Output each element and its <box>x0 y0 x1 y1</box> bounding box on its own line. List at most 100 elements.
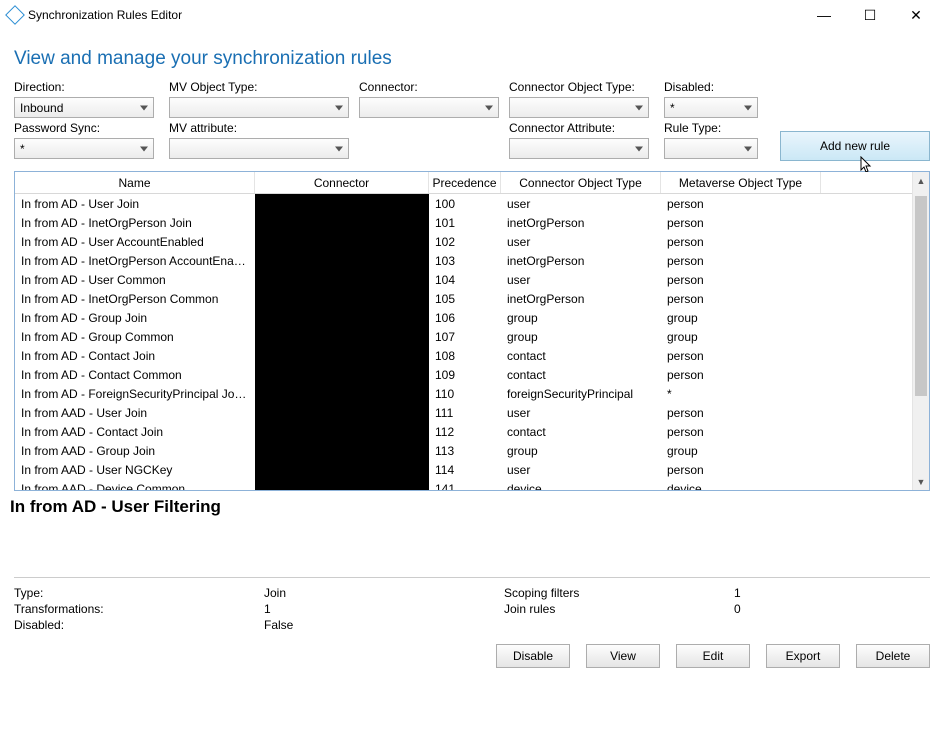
cell-precedence: 110 <box>429 387 501 401</box>
col-connector[interactable]: Connector <box>255 172 429 193</box>
cell-name: In from AAD - Contact Join <box>15 425 255 439</box>
cell-connector <box>255 460 429 479</box>
table-row[interactable]: In from AD - Contact Common109contactper… <box>15 365 912 384</box>
table-row[interactable]: In from AD - User Join100userperson <box>15 194 912 213</box>
cell-name: In from AAD - Group Join <box>15 444 255 458</box>
rule-type-label: Rule Type: <box>664 121 770 135</box>
cell-name: In from AAD - User Join <box>15 406 255 420</box>
view-label: View <box>610 649 636 663</box>
cell-precedence: 113 <box>429 444 501 458</box>
col-name[interactable]: Name <box>15 172 255 193</box>
cell-metaverse-object-type: * <box>661 387 821 401</box>
connector-attribute-combo[interactable] <box>509 138 649 159</box>
selected-rule-title: In from AD - User Filtering <box>0 491 944 517</box>
cell-connector <box>255 346 429 365</box>
scroll-thumb[interactable] <box>915 196 927 396</box>
table-row[interactable]: In from AD - InetOrgPerson Join101inetOr… <box>15 213 912 232</box>
cell-metaverse-object-type: group <box>661 444 821 458</box>
disabled-label: Disabled: <box>664 80 770 94</box>
cell-precedence: 114 <box>429 463 501 477</box>
table-row[interactable]: In from AD - InetOrgPerson AccountEnable… <box>15 251 912 270</box>
mv-attribute-label: MV attribute: <box>169 121 359 135</box>
cell-metaverse-object-type: person <box>661 368 821 382</box>
window-title: Synchronization Rules Editor <box>28 8 182 22</box>
table-row[interactable]: In from AAD - Device Common141devicedevi… <box>15 479 912 490</box>
table-row[interactable]: In from AD - ForeignSecurityPrincipal Jo… <box>15 384 912 403</box>
cell-name: In from AD - Group Common <box>15 330 255 344</box>
disable-button[interactable]: Disable <box>496 644 570 668</box>
table-row[interactable]: In from AAD - User Join111userperson <box>15 403 912 422</box>
rules-table: Name Connector Precedence Connector Obje… <box>14 171 930 491</box>
cell-metaverse-object-type: person <box>661 197 821 211</box>
view-button[interactable]: View <box>586 644 660 668</box>
scrollbar[interactable]: ▲ ▼ <box>912 172 929 490</box>
password-sync-label: Password Sync: <box>14 121 169 135</box>
join-rules-label: Join rules <box>504 602 734 616</box>
col-precedence[interactable]: Precedence <box>429 172 501 193</box>
cell-precedence: 102 <box>429 235 501 249</box>
cell-precedence: 103 <box>429 254 501 268</box>
cell-connector <box>255 213 429 232</box>
delete-button[interactable]: Delete <box>856 644 930 668</box>
col-metaverse-object-type[interactable]: Metaverse Object Type <box>661 172 821 193</box>
cell-connector-object-type: group <box>501 444 661 458</box>
cell-metaverse-object-type: person <box>661 292 821 306</box>
password-sync-value: * <box>20 142 25 156</box>
table-row[interactable]: In from AD - User AccountEnabled102userp… <box>15 232 912 251</box>
cell-connector-object-type: contact <box>501 349 661 363</box>
export-button[interactable]: Export <box>766 644 840 668</box>
table-row[interactable]: In from AD - InetOrgPerson Common105inet… <box>15 289 912 308</box>
table-row[interactable]: In from AAD - Contact Join112contactpers… <box>15 422 912 441</box>
cell-name: In from AD - Contact Join <box>15 349 255 363</box>
cell-metaverse-object-type: person <box>661 273 821 287</box>
direction-combo[interactable]: Inbound <box>14 97 154 118</box>
cell-precedence: 141 <box>429 482 501 491</box>
scroll-up-icon[interactable]: ▲ <box>913 172 929 189</box>
cell-connector-object-type: user <box>501 235 661 249</box>
rule-type-combo[interactable] <box>664 138 758 159</box>
connector-combo[interactable] <box>359 97 499 118</box>
cell-connector <box>255 270 429 289</box>
maximize-button[interactable]: ☐ <box>856 5 884 25</box>
cell-precedence: 106 <box>429 311 501 325</box>
cell-connector <box>255 384 429 403</box>
table-row[interactable]: In from AAD - Group Join113groupgroup <box>15 441 912 460</box>
scroll-down-icon[interactable]: ▼ <box>913 473 929 490</box>
cell-metaverse-object-type: group <box>661 311 821 325</box>
join-rules-value: 0 <box>734 602 834 616</box>
cell-metaverse-object-type: person <box>661 254 821 268</box>
cell-precedence: 111 <box>429 406 501 420</box>
cell-connector-object-type: user <box>501 273 661 287</box>
connector-attribute-label: Connector Attribute: <box>509 121 664 135</box>
type-value: Join <box>264 586 504 600</box>
cell-connector-object-type: group <box>501 330 661 344</box>
cell-precedence: 108 <box>429 349 501 363</box>
add-new-rule-button[interactable]: Add new rule <box>780 131 930 161</box>
table-row[interactable]: In from AD - Group Common107groupgroup <box>15 327 912 346</box>
col-connector-object-type[interactable]: Connector Object Type <box>501 172 661 193</box>
mv-object-type-combo[interactable] <box>169 97 349 118</box>
app-icon <box>5 5 25 25</box>
table-row[interactable]: In from AAD - User NGCKey114userperson <box>15 460 912 479</box>
minimize-button[interactable]: — <box>810 5 838 25</box>
type-label: Type: <box>14 586 264 600</box>
cell-connector-object-type: contact <box>501 425 661 439</box>
table-row[interactable]: In from AD - User Common104userperson <box>15 270 912 289</box>
cell-name: In from AD - ForeignSecurityPrincipal Jo… <box>15 387 255 401</box>
table-row[interactable]: In from AD - Contact Join108contactperso… <box>15 346 912 365</box>
scoping-filters-value: 1 <box>734 586 834 600</box>
transformations-value: 1 <box>264 602 504 616</box>
cell-connector-object-type: group <box>501 311 661 325</box>
password-sync-combo[interactable]: * <box>14 138 154 159</box>
cell-connector-object-type: device <box>501 482 661 491</box>
disabled-combo[interactable]: * <box>664 97 758 118</box>
close-button[interactable]: ✕ <box>902 5 930 25</box>
cell-connector <box>255 289 429 308</box>
cell-precedence: 107 <box>429 330 501 344</box>
cell-precedence: 100 <box>429 197 501 211</box>
connector-object-type-combo[interactable] <box>509 97 649 118</box>
edit-button[interactable]: Edit <box>676 644 750 668</box>
cell-name: In from AD - Contact Common <box>15 368 255 382</box>
table-row[interactable]: In from AD - Group Join106groupgroup <box>15 308 912 327</box>
mv-attribute-combo[interactable] <box>169 138 349 159</box>
